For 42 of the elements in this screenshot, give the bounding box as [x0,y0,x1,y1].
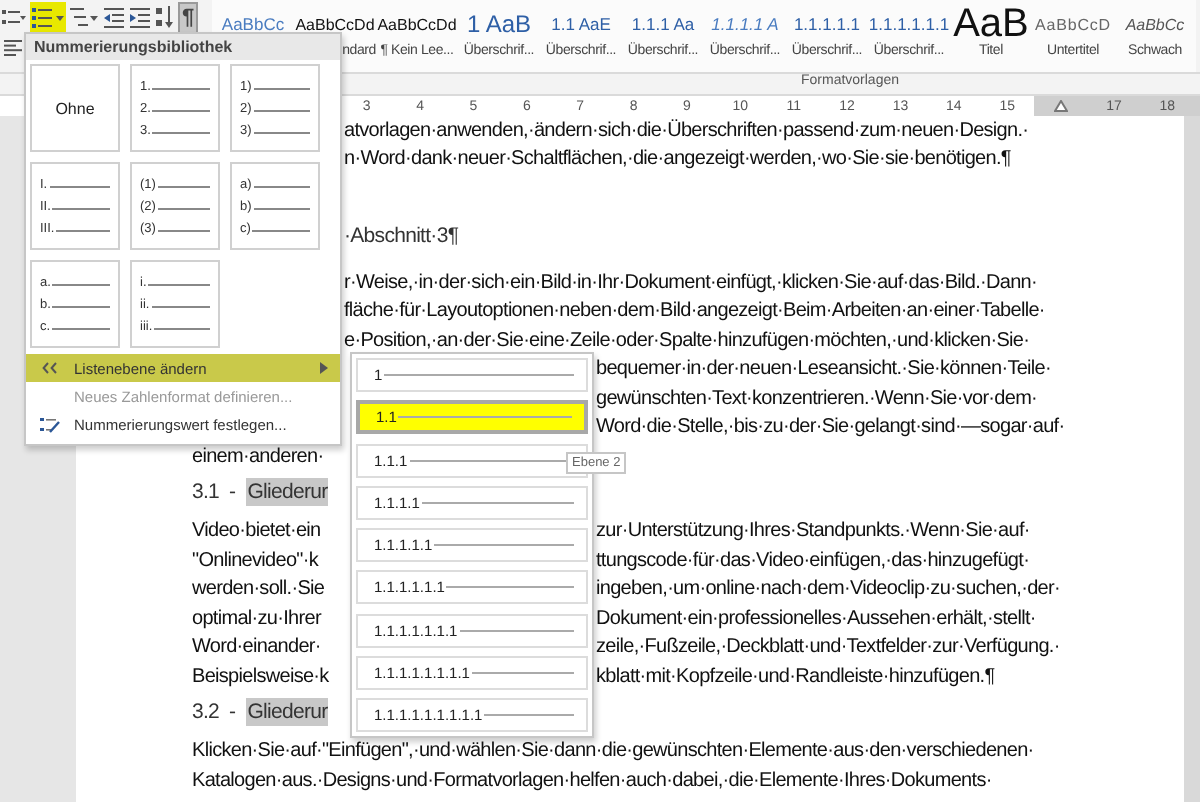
paragraph-line: optimal·zu·Ihrer [192,607,321,630]
numbering-button[interactable] [30,1,66,33]
paragraph-line: Word·einander· [192,636,321,659]
paragraph-line: ttungscode·für·das·Video·einfügen,·das·hinzugefügt· [596,549,1030,572]
paragraph-line: "Onlinevideo"·k [192,549,318,572]
numbered-list-icon [32,6,64,28]
paragraph-line: Beispielsweise·k [192,665,329,688]
paragraph-line: Word·die·Stelle,·bis·zu·der·Sie·gelangt·sind·—sogar·auf· [596,416,1065,439]
paragraph-line: zur·Unterstützung·Ihres·Standpunkts.·Wenn·Sie·auf· [596,520,1030,543]
paragraph-line: bequemer·in·der·neuen·Leseansicht.·Sie·können·Teile· [596,358,1051,381]
paragraph-line: fläche·für·Layoutoptionen·neben·dem·Bild·angezeigt·Beim·Arbeiten·an·einer·Tabelle· [344,300,1045,323]
paragraph-line: kblatt·mit·Kopfzeile·und·Randleiste·hinzufügen.¶ [596,665,995,688]
chevron-right-icon [320,362,328,374]
paragraph-line: n·Word·dank·neuer·Schaltflächen,·die·angezeigt·werden,·wo·Sie·sie·benötigen.¶ [344,148,1011,171]
numbering-value-icon [40,415,60,433]
numbering-format-option[interactable]: Ohne [30,64,120,152]
sort-icon [156,6,174,28]
bullet-list-icon [2,7,26,27]
paragraph-line: Katalogen·aus.·Designs·und·Formatvorlagen·helfen·auch·dabei,·die·Elemente·Ihres·Dokuments· [192,769,992,792]
align-left-icon[interactable] [4,40,22,56]
paragraph-line: ingeben,·um·online·nach·dem·Videoclip·zu·suchen,·der· [596,578,1060,601]
decrease-indent-icon [104,7,124,27]
section-heading: ·Abschnitt·3¶ [344,224,459,249]
section-heading: 3.2 - Gliederur [192,698,328,726]
paragraph-line: atvorlagen·anwenden,·ändern·sich·die·Überschriften·passend·zum·neuen·Design.· [344,119,1029,142]
paragraph-line: Klicken·Sie·auf·"Einfügen",·und·wählen·Sie·dann·die·gewünschten·Elemente·aus·den·verschiedenen· [192,740,1034,763]
sort-button[interactable] [154,1,176,33]
paragraph-line: Video·bietet·ein [192,520,321,543]
paragraph-line: zeile,·Fußzeile,·Deckblatt·und·Textfelder·zur·Verfügung.· [596,636,1060,659]
paragraph-line: einem·anderen· [192,445,324,468]
paragraph-line: werden·soll.·Sie [192,578,325,601]
section-heading: 3.1 - Gliederur [192,478,328,506]
pilcrow-button[interactable]: ¶ [178,1,199,33]
paragraph-line: e·Position,·an·der·Sie·eine·Zeile·oder·Spalte·hinzufügen·möchten,·und·klicken·Sie· [344,329,1030,352]
paragraph-line: Dokument·ein·professionelles·Aussehen·erhält,·stellt· [596,607,1036,630]
list-level-icon [42,362,58,374]
multilevel-list-icon [70,6,98,28]
paragraph-line: gewünschten·Text·konzentrieren.·Wenn·Sie·vor·dem· [596,387,1038,410]
menu-header: Nummerierungsbibliothek [26,34,340,60]
paragraph-line: r·Weise,·in·der·sich·ein·Bild·in·Ihr·Dokument·einfügt,·klicken·Sie·auf·das·Bild.·Dann· [344,271,1037,294]
increase-indent-icon [130,7,150,27]
scrollbar[interactable] [1184,116,1200,802]
